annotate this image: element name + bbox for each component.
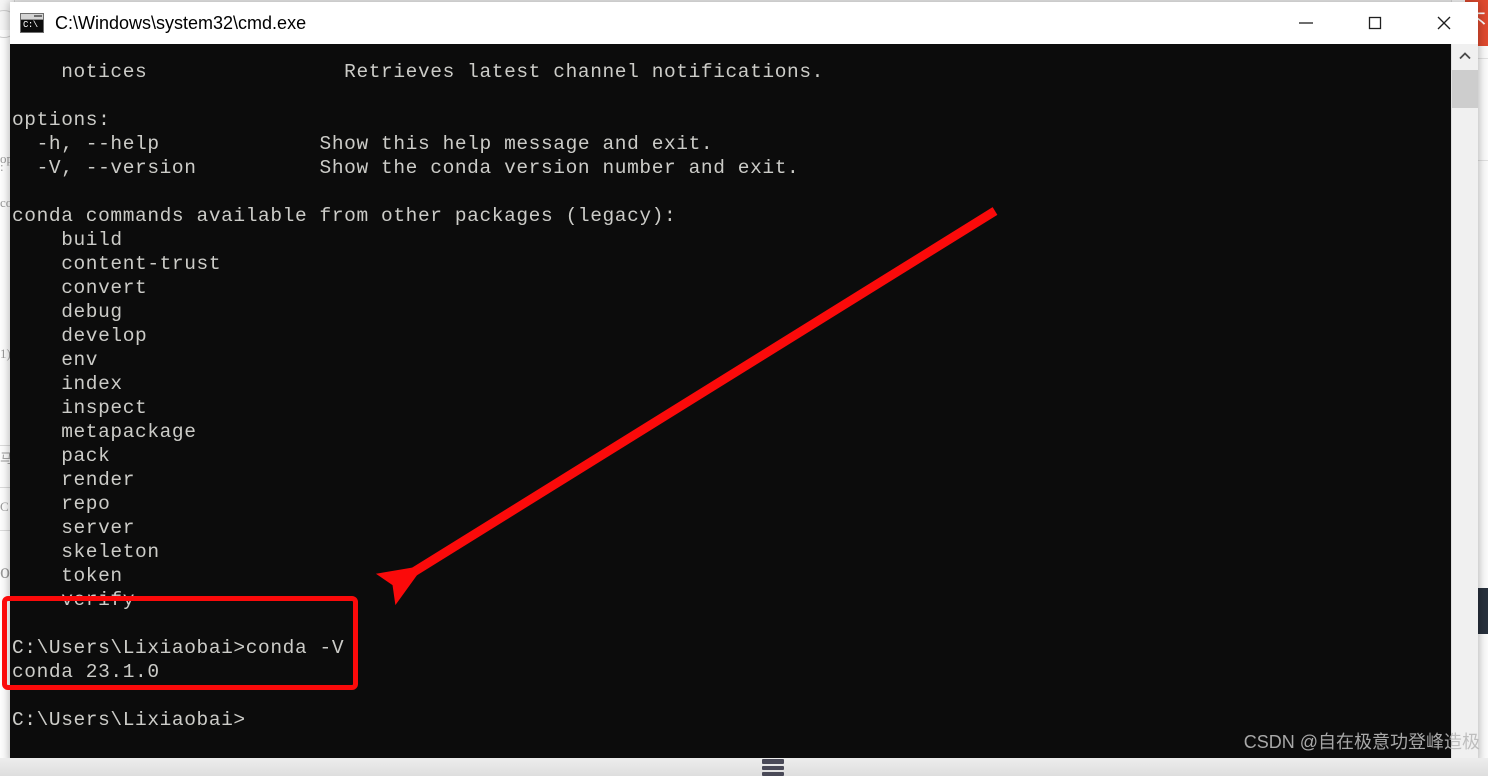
maximize-icon <box>1368 16 1381 30</box>
cmd-window[interactable]: C:\ C:\Windows\system32\cmd.exe notices … <box>10 2 1478 766</box>
terminal-scrollbar[interactable] <box>1451 44 1478 766</box>
minimize-button[interactable] <box>1271 2 1340 44</box>
taskbar[interactable] <box>0 758 1488 776</box>
terminal-output-area[interactable]: notices Retrieves latest channel notific… <box>10 44 1478 766</box>
csdn-watermark: CSDN @自在极意功登峰造极 <box>1243 732 1480 752</box>
screenshot-root: op co : 1) 马 C or 不 编 on to C:\ C:\Windo… <box>0 0 1488 776</box>
maximize-button[interactable] <box>1340 2 1409 44</box>
scrollbar-up-button[interactable] <box>1452 44 1478 68</box>
terminal-text: notices Retrieves latest channel notific… <box>12 60 824 731</box>
cmd-icon-prompt-glyph: C:\ <box>23 20 38 30</box>
close-icon <box>1437 16 1450 30</box>
cmd-console-icon: C:\ <box>20 13 44 33</box>
window-controls <box>1271 2 1478 44</box>
minimize-icon <box>1298 22 1313 24</box>
cmd-titlebar[interactable]: C:\ C:\Windows\system32\cmd.exe <box>10 2 1478 44</box>
chevron-up-icon <box>1459 52 1471 60</box>
scrollbar-thumb[interactable] <box>1452 70 1478 108</box>
taskbar-window-icon[interactable] <box>762 758 784 776</box>
window-title: C:\Windows\system32\cmd.exe <box>55 12 307 33</box>
close-button[interactable] <box>1409 2 1478 44</box>
